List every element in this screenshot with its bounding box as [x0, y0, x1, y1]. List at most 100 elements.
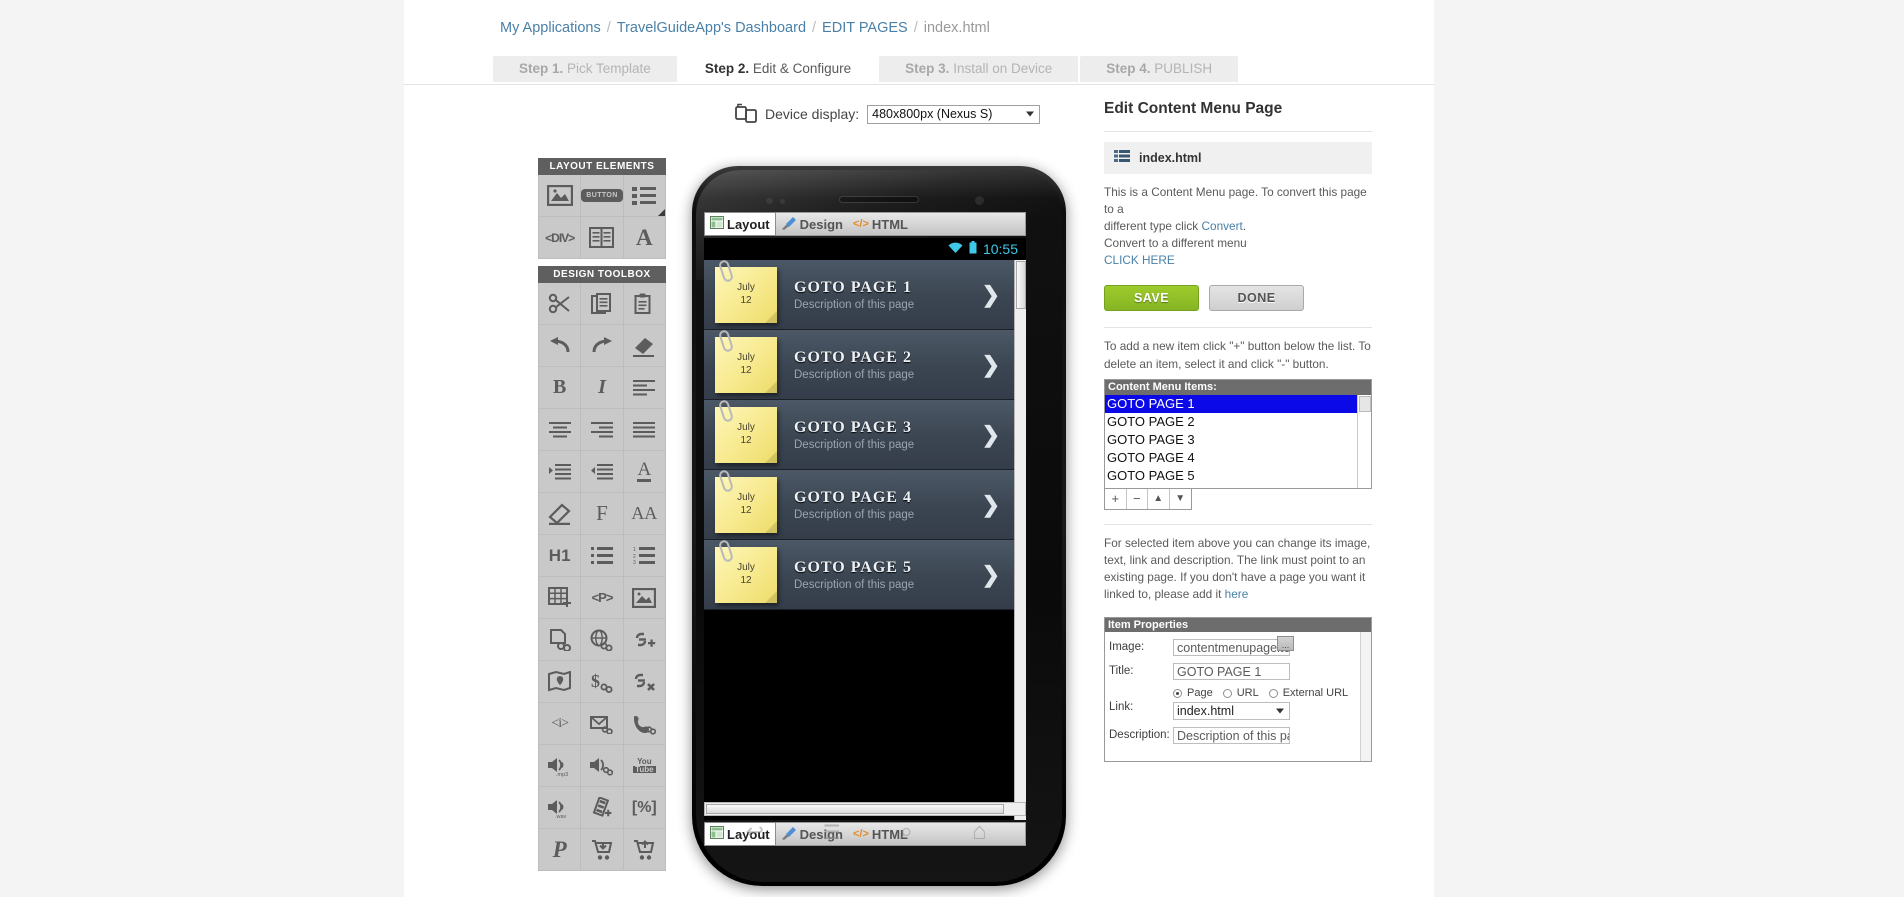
item-properties-panel: Item Properties Image: contentmenupageit… — [1104, 617, 1372, 763]
layout-tab-top[interactable]: Layout — [704, 212, 776, 236]
image-field[interactable]: contentmenupageitem — [1173, 639, 1290, 657]
here-link[interactable]: here — [1225, 587, 1249, 601]
wav-audio-icon[interactable]: .wav — [539, 787, 581, 828]
design-tab-top[interactable]: Design — [776, 213, 848, 235]
add-link-icon[interactable] — [623, 619, 665, 660]
map-link-icon[interactable] — [539, 661, 581, 702]
breadcrumb-my-applications[interactable]: My Applications — [500, 20, 601, 36]
tab-step-2[interactable]: Step 2. Edit & Configure — [678, 56, 878, 82]
move-down-button[interactable]: ▼ — [1169, 488, 1191, 509]
list-item-1[interactable]: GOTO PAGE 1 — [1105, 394, 1357, 413]
description-field[interactable]: Description of this page — [1173, 727, 1290, 745]
tab-step-4[interactable]: Step 4. PUBLISH — [1080, 56, 1239, 82]
add-item-button[interactable]: + — [1105, 488, 1127, 509]
remove-link-icon[interactable] — [623, 661, 665, 702]
font-color-icon[interactable]: A — [623, 451, 665, 492]
italic-icon[interactable]: I — [581, 367, 623, 408]
done-button[interactable]: DONE — [1209, 285, 1304, 312]
search-key-icon[interactable]: ⌕ — [900, 818, 913, 846]
link-page-select[interactable]: index.html — [1173, 702, 1290, 721]
heading-one-icon[interactable]: H1 — [539, 535, 581, 576]
convert-link[interactable]: Convert — [1201, 219, 1242, 233]
paste-icon[interactable] — [623, 283, 665, 324]
menu-row-1[interactable]: July 12 GOTO PAGE 1 Description of this … — [704, 260, 1014, 330]
font-family-icon[interactable]: F — [581, 493, 623, 534]
page-link-icon[interactable] — [539, 619, 581, 660]
listbox-scrollbar[interactable] — [1357, 394, 1371, 488]
move-up-button[interactable]: ▲ — [1148, 488, 1170, 509]
screen-horizontal-scroll-thumb[interactable] — [706, 804, 1004, 814]
insert-table-icon[interactable] — [539, 577, 581, 618]
menu-row-4[interactable]: July 12 GOTO PAGE 4 Description of this … — [704, 468, 1014, 540]
info-icon[interactable]: <i> — [539, 703, 581, 744]
step-3-num: Step 3. — [905, 61, 950, 76]
image-browse-button[interactable]: ... — [1277, 636, 1294, 652]
web-link-icon[interactable] — [581, 619, 623, 660]
menu-row-3[interactable]: July 12 GOTO PAGE 3 Description of this … — [704, 398, 1014, 470]
breadcrumb-dashboard[interactable]: TravelGuideApp's Dashboard — [617, 20, 806, 36]
title-field[interactable]: GOTO PAGE 1 — [1173, 663, 1290, 681]
redo-icon[interactable] — [581, 325, 623, 366]
align-left-icon[interactable] — [623, 367, 665, 408]
paragraph-icon[interactable]: <P> — [581, 577, 623, 618]
youtube-icon[interactable]: You Tube — [623, 745, 665, 786]
remove-from-cart-icon[interactable] — [623, 829, 665, 870]
link-type-external-radio[interactable] — [1268, 688, 1278, 698]
list-item-5[interactable]: GOTO PAGE 5 — [1105, 467, 1357, 485]
screen-horizontal-scrollbar[interactable] — [704, 802, 1026, 816]
link-type-url-radio[interactable] — [1222, 688, 1232, 698]
insert-image-icon[interactable] — [623, 577, 665, 618]
list-item-2[interactable]: GOTO PAGE 2 — [1105, 413, 1357, 431]
listbox-scroll-thumb[interactable] — [1359, 395, 1371, 412]
indent-increase-icon[interactable] — [539, 451, 581, 492]
save-button[interactable]: SAVE — [1104, 285, 1199, 312]
menu-key-icon[interactable]: ☰ — [823, 820, 841, 845]
back-key-icon[interactable]: ↩ — [745, 819, 763, 845]
bullet-list-icon[interactable] — [581, 535, 623, 576]
menu-row-2[interactable]: July 12 GOTO PAGE 2 Description of this … — [704, 328, 1014, 400]
screen-vertical-scroll-thumb[interactable] — [1016, 261, 1026, 309]
div-element-icon[interactable]: <DIV> — [539, 217, 581, 258]
audio-link-icon[interactable] — [581, 745, 623, 786]
highlighter-icon[interactable] — [539, 493, 581, 534]
cut-icon[interactable] — [539, 283, 581, 324]
content-menu-items-listbox[interactable]: Content Menu Items: GOTO PAGE 1 GOTO PAG… — [1104, 378, 1372, 489]
text-element-icon[interactable]: A — [623, 217, 665, 258]
email-link-icon[interactable] — [581, 703, 623, 744]
font-size-icon[interactable]: AA — [623, 493, 665, 534]
copy-icon[interactable] — [581, 283, 623, 324]
file-chip[interactable]: index.html — [1104, 142, 1372, 174]
tab-step-3[interactable]: Step 3. Install on Device — [879, 56, 1079, 82]
tab-step-1[interactable]: Step 1. Pick Template — [493, 56, 677, 82]
click-here-link[interactable]: CLICK HERE — [1104, 253, 1175, 267]
list-item-4[interactable]: GOTO PAGE 4 — [1105, 449, 1357, 467]
align-center-icon[interactable] — [539, 409, 581, 450]
eraser-icon[interactable] — [623, 325, 665, 366]
remove-item-button[interactable]: − — [1126, 488, 1148, 509]
percent-icon[interactable]: [%] — [623, 787, 665, 828]
menu-row-5[interactable]: July 12 GOTO PAGE 5 Description of this … — [704, 538, 1014, 610]
breadcrumb-edit-pages[interactable]: EDIT PAGES — [822, 20, 908, 36]
phone-link-icon[interactable] — [623, 703, 665, 744]
indent-decrease-icon[interactable] — [581, 451, 623, 492]
video-icon[interactable] — [581, 787, 623, 828]
list-element-icon[interactable] — [623, 175, 665, 216]
paypal-icon[interactable]: P — [539, 829, 581, 870]
html-tab-top[interactable]: </> HTML — [848, 213, 913, 235]
mp3-audio-icon[interactable]: .mp3 — [539, 745, 581, 786]
align-justify-icon[interactable] — [623, 409, 665, 450]
add-to-cart-icon[interactable] — [581, 829, 623, 870]
image-element-icon[interactable] — [539, 175, 581, 216]
link-type-page-radio[interactable] — [1173, 688, 1182, 698]
payment-link-icon[interactable]: $ — [581, 661, 623, 702]
device-display-select[interactable]: 480x800px (Nexus S) — [867, 104, 1041, 124]
align-right-icon[interactable] — [581, 409, 623, 450]
home-key-icon[interactable]: ⌂ — [972, 818, 987, 846]
undo-icon[interactable] — [539, 325, 581, 366]
list-item-3[interactable]: GOTO PAGE 3 — [1105, 431, 1357, 449]
screen-vertical-scrollbar[interactable] — [1014, 260, 1026, 820]
numbered-list-icon[interactable]: 123 — [623, 535, 665, 576]
columns-element-icon[interactable] — [581, 217, 623, 258]
bold-icon[interactable]: B — [539, 367, 581, 408]
button-element-icon[interactable]: BUTTON — [581, 175, 623, 216]
